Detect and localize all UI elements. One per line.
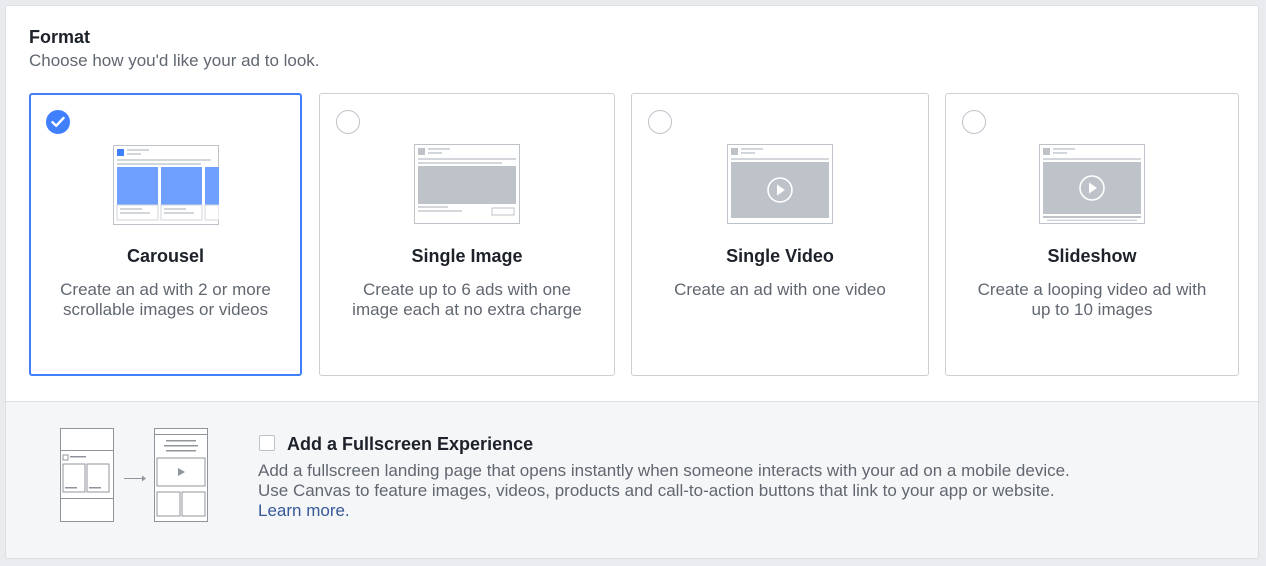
fullscreen-experience-title: Add a Fullscreen Experience — [287, 434, 534, 454]
format-option-single-video[interactable]: Single Video Create an ad with one video — [631, 93, 929, 376]
carousel-preview-icon — [112, 145, 219, 225]
section-title: Format — [29, 27, 91, 47]
format-option-carousel[interactable]: Carousel Create an ad with 2 or more scr… — [29, 93, 302, 376]
option-title: Single Video — [726, 246, 834, 266]
single-image-preview-icon — [414, 144, 520, 224]
learn-more-link[interactable]: Learn more. — [258, 501, 350, 520]
selected-check-icon[interactable] — [46, 110, 70, 134]
option-description: Create a looping video ad with up to 10 … — [977, 280, 1207, 319]
option-description: Create up to 6 ads with one image each a… — [352, 280, 582, 319]
format-panel: Format Choose how you'd like your ad to … — [5, 5, 1259, 559]
fullscreen-experience-description: Add a fullscreen landing page that opens… — [258, 461, 1238, 521]
description-line: Add a fullscreen landing page that opens… — [258, 461, 1070, 480]
fullscreen-experience-section: Add a Fullscreen Experience Add a fullsc… — [6, 401, 1258, 558]
section-subtitle: Choose how you'd like your ad to look. — [29, 51, 320, 70]
format-option-slideshow[interactable]: Slideshow Create a looping video ad with… — [945, 93, 1239, 376]
option-title: Single Image — [411, 246, 523, 266]
canvas-illustration-icon — [60, 428, 208, 522]
option-description: Create an ad with one video — [674, 280, 886, 299]
radio-button[interactable] — [336, 110, 360, 134]
option-description: Create an ad with 2 or more scrollable i… — [60, 280, 271, 319]
option-title: Carousel — [126, 246, 205, 266]
checkmark-icon — [51, 116, 65, 127]
fullscreen-experience-checkbox[interactable] — [259, 435, 275, 451]
radio-button[interactable] — [962, 110, 986, 134]
radio-button[interactable] — [648, 110, 672, 134]
description-line: Use Canvas to feature images, videos, pr… — [258, 481, 1055, 500]
format-option-single-image[interactable]: Single Image Create up to 6 ads with one… — [319, 93, 615, 376]
single-video-preview-icon — [727, 144, 833, 224]
option-title: Slideshow — [1047, 246, 1137, 266]
slideshow-preview-icon — [1039, 144, 1145, 224]
